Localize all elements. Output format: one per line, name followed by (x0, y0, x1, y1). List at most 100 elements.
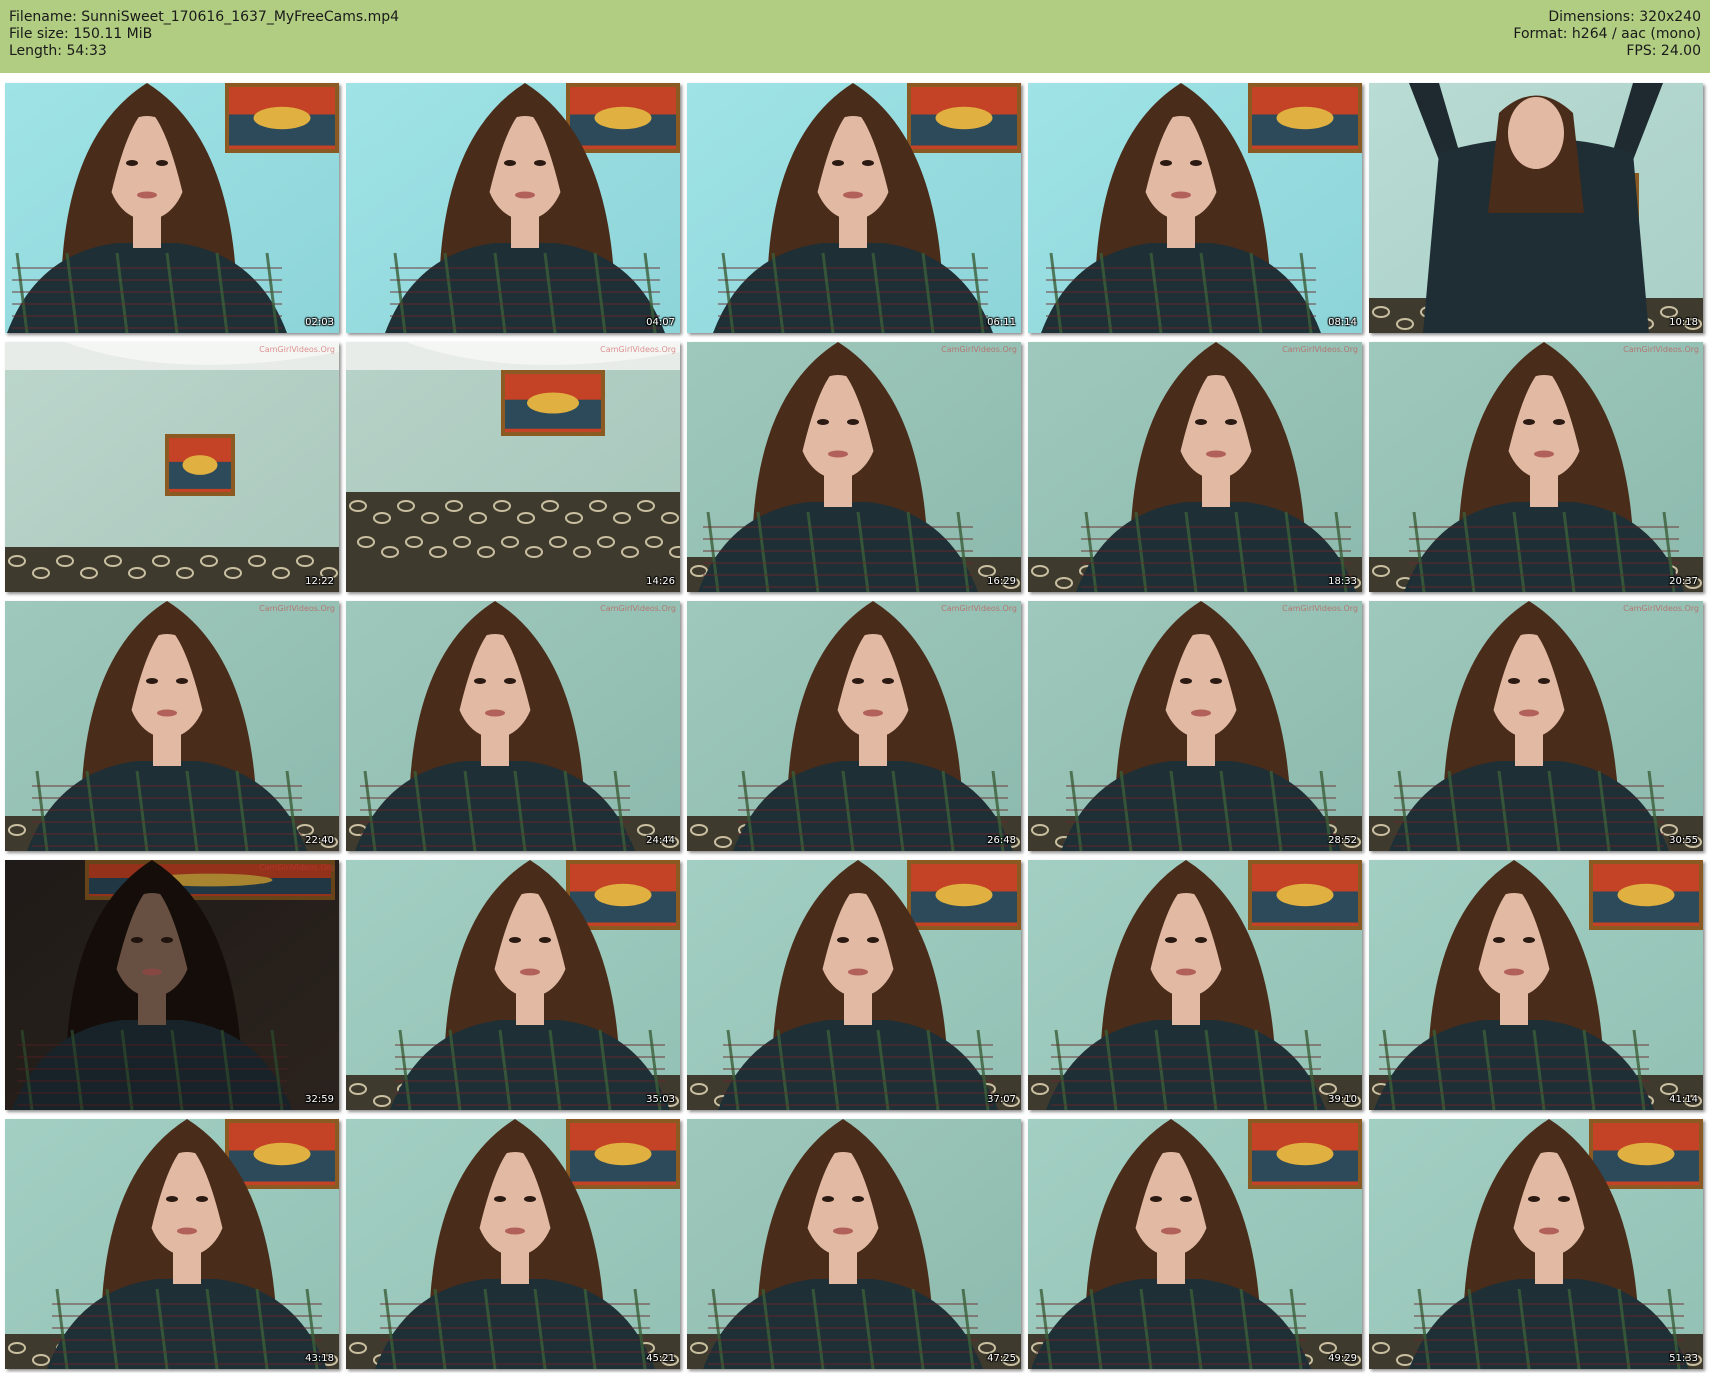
video-frame-thumbnail: 47:25 (687, 1119, 1021, 1369)
frame-image (687, 83, 1021, 333)
sofa (346, 492, 680, 592)
video-frame-thumbnail: 06:11 (687, 83, 1021, 333)
timestamp-label: 04:07 (646, 317, 675, 328)
watermark-text: CamGirlVideos.Org (941, 604, 1017, 613)
timestamp-label: 37:07 (987, 1094, 1016, 1105)
frame-image (687, 601, 1021, 851)
format-text: Format: h264 / aac (mono) (1513, 26, 1701, 42)
filename-text: Filename: SunniSweet_170616_1637_MyFreeC… (9, 9, 400, 25)
watermark-text: CamGirlVideos.Org (600, 604, 676, 613)
video-frame-thumbnail: CamGirlVideos.Org 26:48 (687, 601, 1021, 851)
video-frame-thumbnail: CamGirlVideos.Org 16:29 (687, 342, 1021, 592)
timestamp-label: 20:37 (1669, 576, 1698, 587)
timestamp-label: 28:52 (1328, 835, 1357, 846)
timestamp-label: 06:11 (987, 317, 1016, 328)
dimensions-text: Dimensions: 320x240 (1548, 9, 1701, 25)
timestamp-label: 45:21 (646, 1353, 675, 1364)
frame-image (1369, 601, 1703, 851)
watermark-text: CamGirlVideos.Org (1623, 345, 1699, 354)
frame-image (1369, 83, 1703, 333)
frame-image (346, 1119, 680, 1369)
frame-image (1028, 601, 1362, 851)
video-frame-thumbnail: CamGirlVideos.Org 32:59 (5, 860, 339, 1110)
video-frame-thumbnail: 51:33 (1369, 1119, 1703, 1369)
timestamp-label: 02:03 (305, 317, 334, 328)
thumbnail-grid: 02:03 04:07 06:11 08:14 10:18 CamGirlVideos.O… (5, 83, 1707, 1369)
video-frame-thumbnail: CamGirlVideos.Org 22:40 (5, 601, 339, 851)
timestamp-label: 26:48 (987, 835, 1016, 846)
timestamp-label: 16:29 (987, 576, 1016, 587)
wall-painting (907, 83, 1021, 153)
timestamp-label: 08:14 (1328, 317, 1357, 328)
file-info-right: Dimensions: 320x240 Format: h264 / aac (… (1513, 9, 1701, 60)
wall-painting (501, 370, 605, 436)
video-frame-thumbnail: CamGirlVideos.Org 18:33 (1028, 342, 1362, 592)
watermark-text: CamGirlVideos.Org (1282, 604, 1358, 613)
frame-image (5, 342, 339, 592)
video-frame-thumbnail: 10:18 (1369, 83, 1703, 333)
frame-image (687, 1119, 1021, 1369)
frame-image (5, 83, 339, 333)
video-frame-thumbnail: CamGirlVideos.Org 28:52 (1028, 601, 1362, 851)
file-info-left: Filename: SunniSweet_170616_1637_MyFreeC… (9, 9, 399, 60)
frame-image (1028, 342, 1362, 592)
wall-painting (225, 83, 339, 153)
timestamp-label: 18:33 (1328, 576, 1357, 587)
timestamp-label: 22:40 (305, 835, 334, 846)
frame-image (346, 860, 680, 1110)
video-frame-thumbnail: 45:21 (346, 1119, 680, 1369)
timestamp-label: 14:26 (646, 576, 675, 587)
video-frame-thumbnail: CamGirlVideos.Org 14:26 (346, 342, 680, 592)
timestamp-label: 47:25 (987, 1353, 1016, 1364)
timestamp-label: 43:18 (305, 1353, 334, 1364)
video-frame-thumbnail: 02:03 (5, 83, 339, 333)
timestamp-label: 35:03 (646, 1094, 675, 1105)
frame-image (1028, 83, 1362, 333)
wall-painting (1248, 83, 1362, 153)
frame-image (5, 1119, 339, 1369)
frame-image (687, 860, 1021, 1110)
frame-image (1369, 860, 1703, 1110)
video-frame-thumbnail: CamGirlVideos.Org 12:22 (5, 342, 339, 592)
video-frame-thumbnail: 35:03 (346, 860, 680, 1110)
timestamp-label: 49:29 (1328, 1353, 1357, 1364)
video-frame-thumbnail: 41:14 (1369, 860, 1703, 1110)
timestamp-label: 24:44 (646, 835, 675, 846)
wall-painting (566, 83, 680, 153)
wall-painting (1248, 1119, 1362, 1189)
timestamp-label: 10:18 (1669, 317, 1698, 328)
frame-image (687, 342, 1021, 592)
video-frame-thumbnail: 39:10 (1028, 860, 1362, 1110)
frame-image (1028, 1119, 1362, 1369)
watermark-text: CamGirlVideos.Org (259, 345, 335, 354)
watermark-text: CamGirlVideos.Org (941, 345, 1017, 354)
frame-image (1369, 342, 1703, 592)
frame-image (1028, 860, 1362, 1110)
frame-image (346, 342, 680, 592)
wall-painting (566, 1119, 680, 1189)
sofa (5, 547, 339, 592)
video-frame-thumbnail: 04:07 (346, 83, 680, 333)
wall-painting (165, 434, 235, 496)
filesize-text: File size: 150.11 MiB (9, 26, 153, 42)
timestamp-label: 41:14 (1669, 1094, 1698, 1105)
watermark-text: CamGirlVideos.Org (1623, 604, 1699, 613)
frame-image (5, 601, 339, 851)
frame-image (346, 83, 680, 333)
length-text: Length: 54:33 (9, 43, 107, 59)
info-header: Filename: SunniSweet_170616_1637_MyFreeC… (0, 0, 1710, 73)
watermark-text: CamGirlVideos.Org (259, 863, 335, 872)
timestamp-label: 12:22 (305, 576, 334, 587)
video-frame-thumbnail: 49:29 (1028, 1119, 1362, 1369)
timestamp-label: 39:10 (1328, 1094, 1357, 1105)
timestamp-label: 51:33 (1669, 1353, 1698, 1364)
video-frame-thumbnail: 43:18 (5, 1119, 339, 1369)
video-frame-thumbnail: 37:07 (687, 860, 1021, 1110)
video-frame-thumbnail: CamGirlVideos.Org 24:44 (346, 601, 680, 851)
wall-painting (1589, 1119, 1703, 1189)
watermark-text: CamGirlVideos.Org (1282, 345, 1358, 354)
fps-text: FPS: 24.00 (1626, 43, 1701, 59)
video-frame-thumbnail: CamGirlVideos.Org 20:37 (1369, 342, 1703, 592)
wall-painting (1589, 860, 1703, 930)
timestamp-label: 32:59 (305, 1094, 334, 1105)
